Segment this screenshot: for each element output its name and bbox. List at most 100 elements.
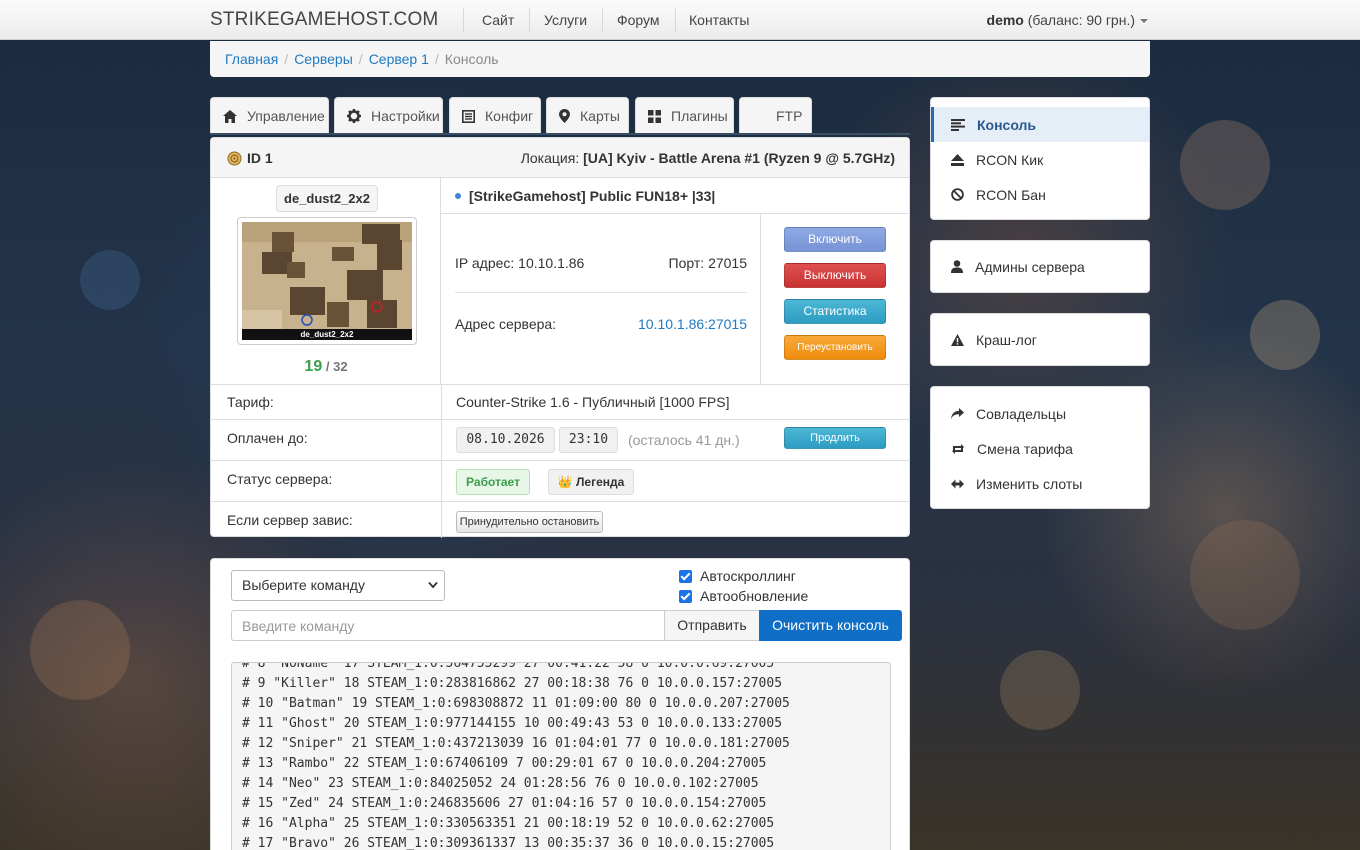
paid-label: Оплачен до: — [227, 430, 308, 446]
server-panel: ID 1 Локация: [UA] Kyiv - Battle Arena #… — [210, 137, 910, 538]
start-button[interactable]: Включить — [784, 227, 886, 252]
brand-logo[interactable]: STRIKEGAMEHOST.COM — [210, 9, 438, 31]
sidebar-item-label: Консоль — [977, 116, 1037, 133]
command-select[interactable]: Выберите команду — [231, 570, 445, 601]
map-thumbnail[interactable]: de_dust2_2x2 — [237, 217, 417, 345]
breadcrumb-home[interactable]: Главная — [225, 51, 278, 67]
console-line: # 15 "Zed" 24 STEAM_1:0:246835606 27 01:… — [242, 796, 767, 811]
console-line: # 9 "Killer" 18 STEAM_1:0:283816862 27 0… — [242, 676, 783, 691]
tariff-value: Counter-Strike 1.6 - Публичный [1000 FPS… — [456, 394, 730, 410]
nav-divider — [602, 8, 603, 32]
chevron-down-icon — [1140, 19, 1148, 24]
autoscroll-checkbox[interactable]: Автоскроллинг — [679, 568, 796, 584]
nav-link-forum[interactable]: Форум — [617, 12, 660, 28]
console-line: # 12 "Sniper" 21 STEAM_1:0:437213039 16 … — [242, 736, 790, 751]
console-output[interactable]: # 8 "NoName" 17 STEAM_1:0:564755299 27 0… — [231, 662, 891, 850]
status-label: Статус сервера: — [227, 471, 333, 487]
autorefresh-checkbox[interactable]: Автообновление — [679, 588, 808, 604]
tariff-label: Тариф: — [227, 394, 274, 410]
ip-address: IP адрес: 10.10.1.86 — [455, 255, 585, 271]
tab-label: Плагины — [671, 108, 728, 124]
nav-link-site[interactable]: Сайт — [482, 12, 514, 28]
extend-button[interactable]: Продлить — [784, 427, 886, 449]
warning-icon — [951, 333, 964, 346]
send-button[interactable]: Отправить — [664, 610, 760, 641]
location-label: Локация: — [520, 150, 580, 166]
console-line: # 16 "Alpha" 25 STEAM_1:0:330563351 21 0… — [242, 816, 775, 831]
sidebar-item-change-tariff[interactable]: Смена тарифа — [931, 431, 1149, 466]
days-remaining: (осталось 41 дн.) — [628, 432, 740, 448]
clear-console-button[interactable]: Очистить консоль — [759, 610, 902, 641]
nav-link-services[interactable]: Услуги — [544, 12, 587, 28]
reinstall-button[interactable]: Переустановить — [784, 335, 886, 360]
sidebar-item-label: Админы сервера — [975, 258, 1085, 275]
force-stop-button[interactable]: Принудительно остановить — [456, 511, 603, 533]
command-input[interactable]: Введите команду — [231, 610, 665, 641]
sidebar-crashlog-group: Краш-лог — [930, 313, 1150, 366]
sidebar-item-admins[interactable]: Админы сервера — [931, 249, 1149, 284]
divider — [455, 292, 747, 293]
list-icon — [462, 109, 475, 123]
map-column: de_dust2_2x2 de_dust2_2x2 19 / 32 — [211, 178, 441, 384]
sidebar-item-label: RCON Кик — [976, 151, 1044, 168]
resize-horizontal-icon — [951, 479, 964, 488]
sidebar-item-label: Смена тарифа — [977, 440, 1073, 457]
tab-config[interactable]: Конфиг — [449, 97, 541, 134]
eject-icon — [951, 153, 964, 166]
sidebar-console-group: Консоль RCON Кик RCON Бан — [930, 97, 1150, 220]
statistics-button[interactable]: Статистика — [784, 299, 886, 324]
tab-settings[interactable]: Настройки — [334, 97, 443, 134]
sidebar-item-crash-log[interactable]: Краш-лог — [931, 322, 1149, 357]
row-divider — [441, 385, 442, 420]
ban-icon — [951, 188, 964, 201]
nav-divider — [529, 8, 530, 32]
retweet-icon — [952, 443, 964, 454]
user-menu[interactable]: demo (баланс: 90 грн.) — [987, 12, 1148, 28]
paid-time: 23:10 — [559, 427, 618, 453]
row-divider — [441, 420, 442, 461]
map-name-badge: de_dust2_2x2 — [276, 185, 378, 212]
sidebar-item-rcon-kick[interactable]: RCON Кик — [931, 142, 1149, 177]
stop-button[interactable]: Выключить — [784, 263, 886, 288]
autoscroll-label: Автоскроллинг — [700, 568, 796, 584]
console-line: # 17 "Bravo" 26 STEAM_1:0:309361337 13 0… — [242, 836, 775, 850]
tab-ftp[interactable]: FTP — [739, 97, 812, 134]
console-line: # 11 "Ghost" 20 STEAM_1:0:977144155 10 0… — [242, 716, 783, 731]
tariff-row: Тариф: Counter-Strike 1.6 - Публичный [1… — [211, 384, 909, 420]
sidebar-item-rcon-ban[interactable]: RCON Бан — [931, 177, 1149, 212]
user-balance: (баланс: 90 грн.) — [1027, 12, 1135, 28]
force-stop-row: Если сервер завис: Принудительно останов… — [211, 501, 909, 538]
paid-until-row: Оплачен до: 08.10.2026 23:10 (осталось 4… — [211, 419, 909, 461]
server-id: ID 1 — [227, 150, 273, 166]
console-line: # 8 "NoName" 17 STEAM_1:0:564755299 27 0… — [242, 662, 775, 671]
breadcrumb: Главная / Серверы / Сервер 1/Консоль — [210, 41, 1150, 77]
top-navbar: STRIKEGAMEHOST.COM Сайт Услуги Форум Кон… — [0, 0, 1360, 40]
gear-icon — [347, 109, 361, 123]
hang-label: Если сервер завис: — [227, 512, 353, 528]
breadcrumb-servers[interactable]: Серверы — [294, 51, 353, 67]
server-address-link[interactable]: 10.10.1.86:27015 — [638, 316, 747, 332]
breadcrumb-server[interactable]: Сервер 1 — [369, 51, 429, 67]
tab-label: FTP — [776, 108, 803, 124]
server-panel-header: ID 1 Локация: [UA] Kyiv - Battle Arena #… — [211, 138, 909, 178]
map-caption: de_dust2_2x2 — [242, 329, 412, 340]
tier-badge: 👑 Легенда — [548, 469, 634, 495]
tab-underline — [210, 133, 910, 135]
chevron-down-icon — [428, 581, 438, 589]
sidebar-item-label: Изменить слоты — [976, 475, 1083, 492]
server-id-text: ID 1 — [247, 150, 273, 166]
sidebar-item-coowners[interactable]: Совладельцы — [931, 396, 1149, 431]
sidebar-management-group: Совладельцы Смена тарифа Изменить слоты — [930, 386, 1150, 509]
tab-plugins[interactable]: Плагины — [635, 97, 734, 134]
nav-link-contacts[interactable]: Контакты — [689, 12, 749, 28]
tab-management[interactable]: Управление — [210, 97, 329, 134]
console-line: # 14 "Neo" 23 STEAM_1:0:84025052 24 01:2… — [242, 776, 759, 791]
players-max: 32 — [333, 359, 348, 374]
address-row: Адрес сервера: 10.10.1.86:27015 — [455, 316, 747, 332]
sidebar-item-console[interactable]: Консоль — [931, 107, 1149, 142]
players-separator: / — [325, 359, 330, 374]
status-badge: Работает — [456, 469, 530, 495]
tab-maps[interactable]: Карты — [546, 97, 629, 134]
autorefresh-label: Автообновление — [700, 588, 809, 604]
sidebar-item-change-slots[interactable]: Изменить слоты — [931, 466, 1149, 501]
